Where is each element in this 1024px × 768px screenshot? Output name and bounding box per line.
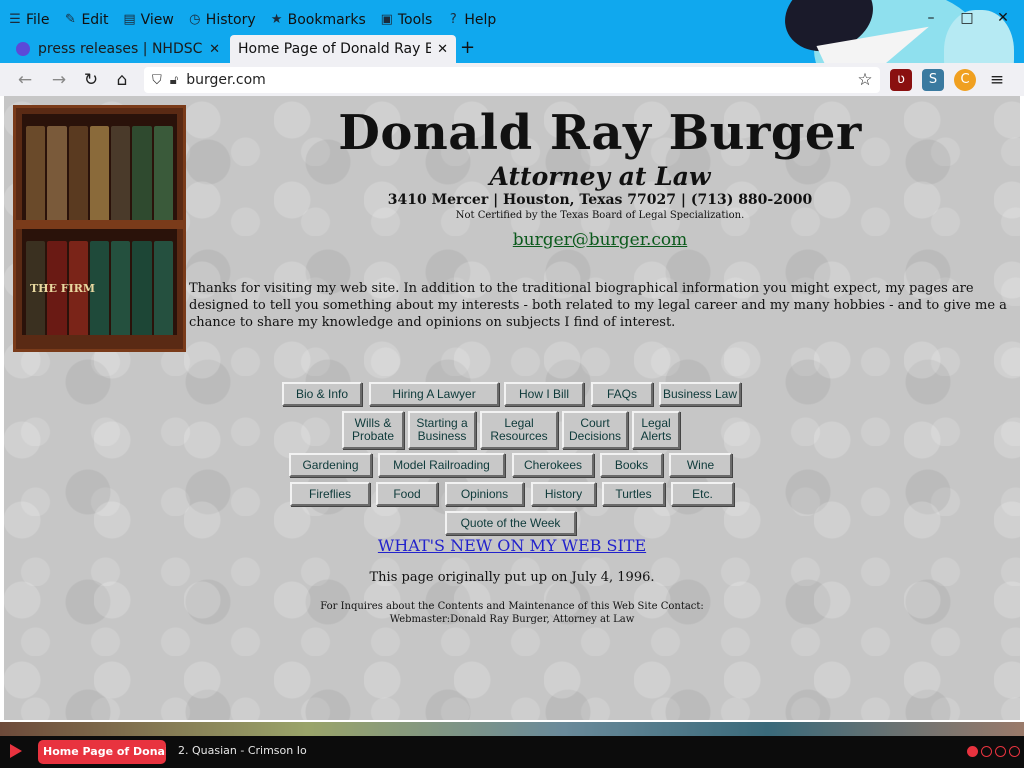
menu-history[interactable]: ◷ History [188,12,255,28]
forward-button[interactable]: → [48,69,70,91]
original-date: This page originally put up on July 4, 1… [369,570,655,585]
toolbox-icon: ▣ [380,12,393,27]
court-decisions-button[interactable]: Court Decisions [562,411,628,449]
business-law-button[interactable]: Business Law [659,382,741,406]
faqs-button[interactable]: FAQs [591,382,653,406]
menu-bar: ☰ File ✎ Edit ▤ View ◷ History ★ Bookmarks ▣ T… [8,8,496,32]
gardening-button[interactable]: Gardening [289,453,372,477]
menu-help[interactable]: ? Help [446,12,496,28]
page-content: THE FIRM Donald Ray Burger Attorney at L… [4,96,1020,720]
hiring-lawyer-button[interactable]: Hiring A Lawyer [369,382,499,406]
starting-business-button[interactable]: Starting a Business [408,411,476,449]
cherokees-button[interactable]: Cherokees [512,453,594,477]
turtles-button[interactable]: Turtles [602,482,665,506]
legal-alerts-button[interactable]: Legal Alerts [632,411,680,449]
home-button[interactable]: ⌂ [111,69,133,91]
play-icon[interactable] [10,744,22,758]
workspace-indicator [967,746,1020,757]
food-button[interactable]: Food [376,482,438,506]
url-bar[interactable]: ⛉ 🔓︎ burger.com [144,67,880,93]
opinions-button[interactable]: Opinions [445,482,524,506]
workspace-1[interactable] [967,746,978,757]
view-icon: ▤ [123,12,136,27]
navigation-toolbar: ← → ↻ ⌂ ⛉ 🔓︎ burger.com ☆ ʋ S C ≡ [0,63,1024,96]
file-icon: ☰ [9,12,21,27]
fireflies-button[interactable]: Fireflies [290,482,370,506]
shield-icon[interactable]: ⛉ [152,73,162,88]
taskbar-active-window[interactable]: Home Page of Donal [38,740,166,764]
close-tab-icon[interactable]: ✕ [209,42,220,57]
workspace-3[interactable] [995,746,1006,757]
c-extension-icon[interactable]: C [954,69,976,91]
reload-button[interactable]: ↻ [80,69,102,91]
menu-edit[interactable]: ✎ Edit [63,12,109,28]
restore-button[interactable]: □ [960,10,974,26]
close-tab-icon[interactable]: ✕ [437,42,448,57]
history-button[interactable]: History [531,482,596,506]
etc-button[interactable]: Etc. [671,482,734,506]
wills-probate-button[interactable]: Wills & Probate [342,411,404,449]
s-extension-icon[interactable]: S [922,69,944,91]
pencil-icon: ✎ [64,12,76,27]
lock-icon[interactable]: 🔓︎ [170,73,178,88]
tab-strip: press releases | NHDSC ✕ Home Page of Do… [0,35,1024,63]
workspace-2[interactable] [981,746,992,757]
browser-window: ☰ File ✎ Edit ▤ View ◷ History ★ Bookmarks ▣ T… [0,0,1024,722]
bookmark-star-icon[interactable]: ☆ [854,69,876,91]
tab-home-page[interactable]: Home Page of Donald Ray Bu ✕ [230,35,456,63]
menu-tools[interactable]: ▣ Tools [380,12,433,28]
bio-info-button[interactable]: Bio & Info [282,382,362,406]
footer-contact-line: For Inquires about the Contents and Main… [320,601,704,612]
menu-view[interactable]: ▤ View [123,12,173,28]
wine-button[interactable]: Wine [669,453,732,477]
whats-new-link[interactable]: WHAT'S NEW ON MY WEB SITE [4,536,1020,555]
quote-of-week-button[interactable]: Quote of the Week [445,511,576,535]
ublock-extension-icon[interactable]: ʋ [890,69,912,91]
books-button[interactable]: Books [600,453,663,477]
url-text[interactable]: burger.com [186,72,266,88]
nav-button-grid: Bio & Info Hiring A Lawyer How I Bill FA… [4,96,1020,720]
browser-chrome: ☰ File ✎ Edit ▤ View ◷ History ★ Bookmarks ▣ T… [0,0,1024,96]
favicon-icon [16,42,30,56]
star-icon: ★ [270,12,283,27]
new-tab-button[interactable]: + [460,37,475,58]
tab-press-releases[interactable]: press releases | NHDSC ✕ [8,35,228,63]
how-i-bill-button[interactable]: How I Bill [504,382,584,406]
help-icon: ? [449,12,457,27]
window-controls: – □ ✕ [924,10,1010,26]
menu-icon[interactable]: ≡ [986,69,1008,91]
taskbar: Home Page of Donal 2. Quasian - Crimson … [0,736,1024,768]
now-playing-track: 2. Quasian - Crimson Io [178,744,307,757]
legal-resources-button[interactable]: Legal Resources [480,411,558,449]
back-button[interactable]: ← [14,69,36,91]
footer-webmaster-line: Webmaster:Donald Ray Burger, Attorney at… [389,614,635,625]
workspace-4[interactable] [1009,746,1020,757]
menu-file[interactable]: ☰ File [8,12,49,28]
model-railroading-button[interactable]: Model Railroading [378,453,505,477]
menu-bookmarks[interactable]: ★ Bookmarks [270,12,366,28]
minimize-button[interactable]: – [924,10,938,26]
close-window-button[interactable]: ✕ [996,10,1010,26]
history-icon: ◷ [189,12,201,27]
